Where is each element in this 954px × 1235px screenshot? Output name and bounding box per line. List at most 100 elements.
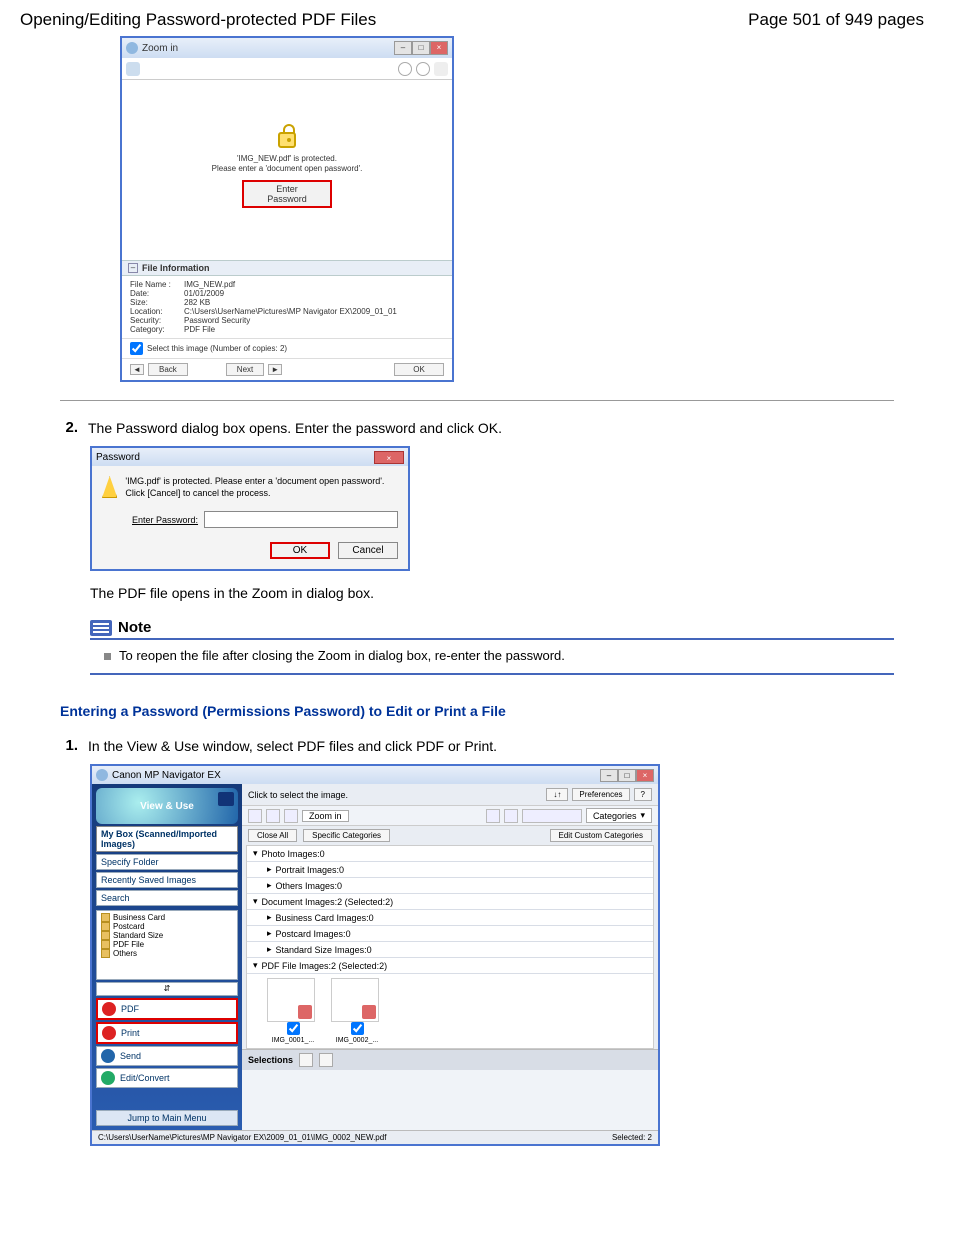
rotate-icon[interactable] [126,62,140,76]
refresh-icon[interactable] [504,809,518,823]
hint-text: Click to select the image. [248,790,348,800]
zoom-in-icon[interactable] [398,62,412,76]
size-slider[interactable] [522,809,582,823]
after-open-text: The PDF file opens in the Zoom in dialog… [90,585,894,601]
back-button[interactable]: Back [148,363,188,376]
help-button[interactable]: ? [634,788,652,801]
view-mode-grid-icon[interactable] [299,1053,313,1067]
ok-button[interactable]: OK [270,542,330,559]
lock-icon [278,132,296,148]
enter-password-label: Enter Password: [132,515,198,525]
mp-navigator-window: Canon MP Navigator EX – □ × View & Use M… [90,764,660,1146]
pdf-icon [102,1002,116,1016]
zoom-out-icon[interactable] [416,62,430,76]
select-all-icon[interactable] [248,809,262,823]
page-title: Opening/Editing Password-protected PDF F… [20,10,376,30]
action-send[interactable]: Send [96,1046,238,1066]
page-number: Page 501 of 949 pages [748,10,924,30]
note-icon [90,620,112,636]
maximize-icon[interactable]: □ [618,769,636,782]
app-icon [96,769,108,781]
view-use-logo[interactable]: View & Use [96,788,238,824]
status-path: C:\Users\UserName\Pictures\MP Navigator … [98,1133,386,1142]
selections-label: Selections [248,1055,293,1065]
zoom-in-button[interactable]: Zoom in [302,810,349,822]
folder-icon [101,940,110,949]
close-all-button[interactable]: Close All [248,829,297,842]
warning-icon [102,476,117,498]
preferences-button[interactable]: Preferences [572,788,629,801]
step-number-1: 1. [60,737,78,754]
close-icon[interactable]: × [430,41,448,55]
password-dialog-message: 'IMG.pdf' is protected. Please enter a '… [125,476,398,499]
maximize-icon[interactable]: □ [412,41,430,55]
folder-icon [101,922,110,931]
action-print[interactable]: Print [96,1022,238,1044]
collapse-icon[interactable]: – [128,263,138,273]
thumbnail-1[interactable]: IMG_0001_... [267,978,319,1044]
category-postcard[interactable]: ▸Postcard Images:0 [247,926,653,942]
categories-dropdown[interactable]: Categories▾ [586,808,652,823]
action-pdf[interactable]: PDF [96,998,238,1020]
close-icon[interactable]: × [374,451,404,464]
zoom-in-window: Zoom in – □ × 'IMG_NEW.pdf' is protected… [120,36,454,382]
section-heading: Entering a Password (Permissions Passwor… [60,703,894,719]
sidebar-item-mybox[interactable]: My Box (Scanned/Imported Images) [96,826,238,852]
sidebar-item-specify-folder[interactable]: Specify Folder [96,854,238,870]
edit-custom-categories-button[interactable]: Edit Custom Categories [550,829,652,842]
minimize-icon[interactable]: – [600,769,618,782]
prev-arrow-button[interactable]: ◄ [130,364,144,375]
password-input[interactable] [204,511,398,528]
folder-icon [101,931,110,940]
rotate-icon[interactable] [284,809,298,823]
category-others[interactable]: ▸Others Images:0 [247,878,653,894]
category-pdf-file[interactable]: ▾PDF File Images:2 (Selected:2) [247,958,653,974]
sort-button[interactable]: ↓↑ [546,788,568,801]
thumbnail-icon[interactable] [266,809,280,823]
protected-message: 'IMG_NEW.pdf' is protected. Please enter… [212,154,363,173]
sidebar-item-recently-saved[interactable]: Recently Saved Images [96,872,238,888]
lock-icon [362,1005,376,1019]
close-icon[interactable]: × [636,769,654,782]
category-portrait[interactable]: ▸Portrait Images:0 [247,862,653,878]
category-document[interactable]: ▾Document Images:2 (Selected:2) [247,894,653,910]
sort-toggle[interactable]: ⇵ [96,982,238,996]
note-title: Note [118,619,151,636]
edit-icon [101,1071,115,1085]
category-list: ▾Photo Images:0 ▸Portrait Images:0 ▸Othe… [246,845,654,1049]
selection-thumb-1[interactable] [252,1074,294,1126]
next-button[interactable]: Next [226,363,264,376]
select-image-checkbox[interactable] [130,342,143,355]
zoom-window-title: Zoom in [142,43,178,54]
folder-icon [101,949,110,958]
password-dialog: Password × 'IMG.pdf' is protected. Pleas… [90,446,410,571]
category-business-card[interactable]: ▸Business Card Images:0 [247,910,653,926]
app-icon [126,42,138,54]
search-icon[interactable] [486,809,500,823]
view-mode-list-icon[interactable] [319,1053,333,1067]
action-edit-convert[interactable]: Edit/Convert [96,1068,238,1088]
window-controls: – □ × [394,41,448,55]
specific-categories-button[interactable]: Specific Categories [303,829,390,842]
ok-button[interactable]: OK [394,363,444,376]
file-info-header: File Information [142,263,210,273]
thumbnail-2[interactable]: IMG_0002_... [331,978,383,1044]
switch-icon[interactable] [218,792,234,806]
category-standard-size[interactable]: ▸Standard Size Images:0 [247,942,653,958]
thumb-checkbox[interactable] [287,1022,300,1035]
folder-list[interactable]: Business Card Postcard Standard Size PDF… [96,910,238,980]
sidebar-item-search[interactable]: Search [96,890,238,906]
selection-thumb-2[interactable] [306,1074,348,1126]
jump-to-main-menu[interactable]: Jump to Main Menu [96,1110,238,1126]
send-icon [101,1049,115,1063]
enter-password-button[interactable]: Enter Password [242,180,332,208]
lock-icon [298,1005,312,1019]
file-info-table: File Name :IMG_NEW.pdf Date:01/01/2009 S… [122,276,452,338]
select-image-label: Select this image (Number of copies: 2) [147,344,287,353]
next-arrow-button[interactable]: ► [268,364,282,375]
thumb-checkbox[interactable] [351,1022,364,1035]
cancel-button[interactable]: Cancel [338,542,398,559]
minimize-icon[interactable]: – [394,41,412,55]
category-photo[interactable]: ▾Photo Images:0 [247,846,653,862]
fit-icon[interactable] [434,62,448,76]
